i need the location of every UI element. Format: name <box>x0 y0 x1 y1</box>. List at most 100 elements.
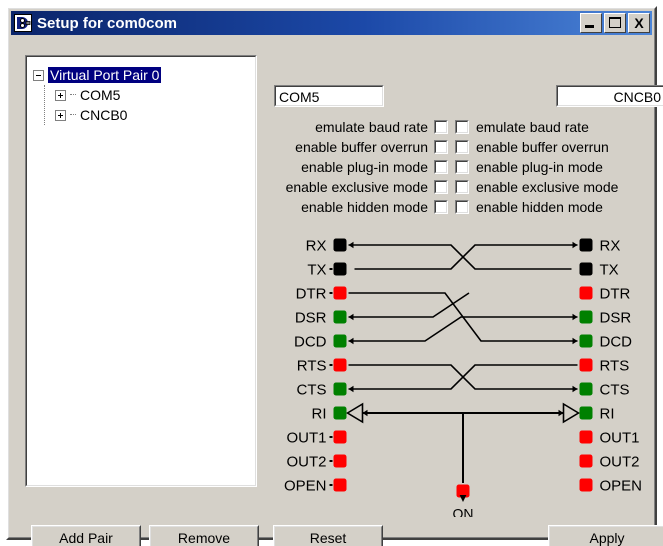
left-pin-dot-dcd <box>333 334 347 348</box>
tree-dot-connector <box>70 94 76 96</box>
left-pin-label-dsr: DSR <box>295 310 327 327</box>
left-checkbox-emulate-baud-rate[interactable] <box>434 120 448 134</box>
close-button[interactable]: X <box>628 13 650 33</box>
tree-item-root[interactable]: Virtual Port Pair 0 <box>33 65 251 125</box>
left-checkbox-enable-hidden-mode[interactable] <box>434 200 448 214</box>
right-pin-label-out2: OUT2 <box>600 454 640 471</box>
expand-expander-icon[interactable] <box>55 109 66 121</box>
arrow-rx-left <box>348 241 354 249</box>
expand-expander-icon[interactable] <box>55 89 66 101</box>
arrow-dsr-right <box>572 313 578 321</box>
right-checkbox-enable-exclusive-mode[interactable] <box>455 180 469 194</box>
collapse-expander-icon[interactable] <box>33 69 44 81</box>
left-pin-dot-cts <box>333 382 347 396</box>
wire-rx-left-to-tx-right <box>348 244 572 270</box>
right-pin-label-rts: RTS <box>600 358 630 375</box>
right-pin-label-dsr: DSR <box>600 310 632 327</box>
buffer-ri-left-icon <box>345 402 364 424</box>
right-port-name-value: CNCB0 <box>557 86 663 106</box>
window-controls: X <box>580 13 650 33</box>
right-option-label: emulate baud rate <box>476 119 589 135</box>
left-checkbox-enable-exclusive-mode[interactable] <box>434 180 448 194</box>
on-node-label: ON <box>453 506 474 518</box>
left-port-name-value: COM5 <box>275 86 383 106</box>
left-port-name-input[interactable]: COM5 <box>274 85 384 107</box>
left-checkbox-enable-buffer-overrun[interactable] <box>434 140 448 154</box>
right-pin-dot-out2 <box>579 454 593 468</box>
left-pin-dot-ri <box>333 406 347 420</box>
right-pin-label-ri: RI <box>600 406 615 423</box>
left-pin-dot-out2 <box>333 454 347 468</box>
right-pin-dot-rx <box>579 238 593 252</box>
right-checkbox-enable-hidden-mode[interactable] <box>455 200 469 214</box>
right-option-label: enable buffer overrun <box>476 139 609 155</box>
right-option-label: enable exclusive mode <box>476 179 619 195</box>
left-pin-label-rts: RTS <box>297 358 327 375</box>
right-pin-label-out1: OUT1 <box>600 430 640 447</box>
left-pin-dot-out1 <box>333 430 347 444</box>
tree-item-com5-label: COM5 <box>80 87 121 103</box>
right-pin-label-tx: TX <box>600 262 619 279</box>
maximize-icon <box>609 17 621 28</box>
left-pin-label-out1: OUT1 <box>286 430 326 447</box>
right-pin-dot-dtr <box>579 286 593 300</box>
buffer-ri-right-icon <box>562 402 581 424</box>
left-pin-dot-dsr <box>333 310 347 324</box>
setup-window: Setup for com0com X Virtual Port Pair 0 <box>6 6 663 546</box>
right-pin-dot-tx <box>579 262 593 276</box>
add-pair-button-label: Add Pair <box>32 526 140 546</box>
on-node-arrow-icon <box>459 495 467 502</box>
option-row-enable-hidden-mode: enable hidden mode enable hidden mode <box>237 197 663 217</box>
port-pair-tree[interactable]: Virtual Port Pair 0 COM5 CNCB0 <box>25 55 257 487</box>
left-checkbox-enable-plug-in-mode[interactable] <box>434 160 448 174</box>
minimize-button[interactable] <box>580 13 602 33</box>
left-pin-dot-rx <box>333 238 347 252</box>
left-pin-dot-rts <box>333 358 347 372</box>
arrow-dcd-right <box>572 337 578 345</box>
tree-item-cncb0[interactable]: CNCB0 <box>33 105 251 125</box>
left-pin-label-ri: RI <box>312 406 327 423</box>
right-port-name-input[interactable]: CNCB0 <box>556 85 663 107</box>
left-option-label: enable hidden mode <box>301 199 428 215</box>
right-checkbox-enable-plug-in-mode[interactable] <box>455 160 469 174</box>
right-pin-dot-dcd <box>579 334 593 348</box>
right-pin-label-dtr: DTR <box>600 286 631 303</box>
reset-button[interactable]: Reset <box>273 525 383 546</box>
window-title: Setup for com0com <box>37 14 178 32</box>
left-pin-label-dcd: DCD <box>294 334 327 351</box>
wire-tx-left-to-rx-right <box>354 244 578 270</box>
left-pin-dot-tx <box>333 262 347 276</box>
left-option-label: enable exclusive mode <box>285 179 428 195</box>
apply-button[interactable]: Apply <box>548 525 663 546</box>
wire-cts-left-to-rts-right <box>348 364 578 390</box>
right-option-label: enable hidden mode <box>476 199 603 215</box>
right-pin-dot-open <box>579 478 593 492</box>
remove-button[interactable]: Remove <box>149 525 259 546</box>
arrow-cts-right <box>572 385 578 393</box>
tree-dot-connector <box>70 114 76 116</box>
left-option-label: enable plug-in mode <box>301 159 428 175</box>
left-option-label: enable buffer overrun <box>295 139 428 155</box>
option-row-enable-exclusive-mode: enable exclusive mode enable exclusive m… <box>237 177 663 197</box>
right-option-label: enable plug-in mode <box>476 159 603 175</box>
right-checkbox-emulate-baud-rate[interactable] <box>455 120 469 134</box>
add-pair-button[interactable]: Add Pair <box>31 525 141 546</box>
arrow-dcd-left <box>348 337 354 345</box>
left-pin-label-dtr: DTR <box>296 286 327 303</box>
right-pin-label-dcd: DCD <box>600 334 633 351</box>
tree-item-com5[interactable]: COM5 <box>33 85 251 105</box>
option-row-emulate-baud-rate: emulate baud rate emulate baud rate <box>237 117 663 137</box>
option-row-enable-plug-in-mode: enable plug-in mode enable plug-in mode <box>237 157 663 177</box>
right-checkbox-enable-buffer-overrun[interactable] <box>455 140 469 154</box>
tree-item-cncb0-label: CNCB0 <box>80 107 128 123</box>
left-pin-label-cts: CTS <box>297 382 327 399</box>
arrow-dsr-left <box>348 313 354 321</box>
tree-item-root-label: Virtual Port Pair 0 <box>48 67 162 83</box>
maximize-button[interactable] <box>604 13 626 33</box>
left-pin-dot-open <box>333 478 347 492</box>
right-pin-dot-out1 <box>579 430 593 444</box>
client-area: Virtual Port Pair 0 COM5 CNCB0 COM5 CNCB… <box>11 37 663 546</box>
title-bar[interactable]: Setup for com0com X <box>11 11 652 35</box>
right-pin-label-open: OPEN <box>600 478 643 495</box>
left-pin-label-rx: RX <box>306 238 327 255</box>
